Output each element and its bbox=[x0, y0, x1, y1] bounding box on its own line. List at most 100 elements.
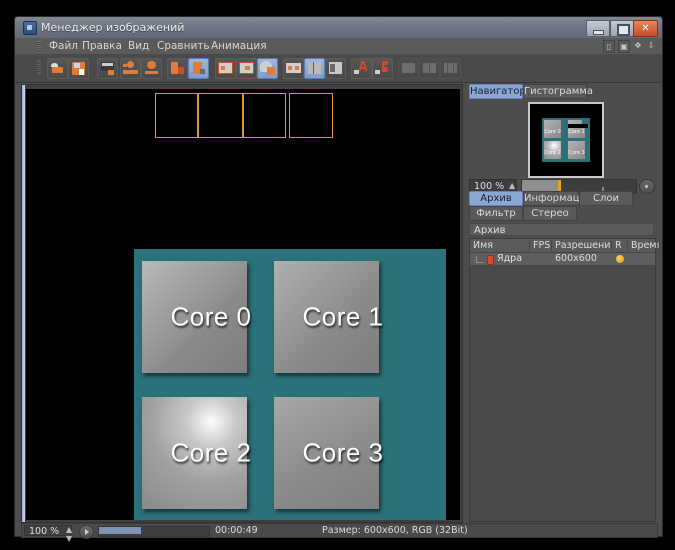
navigator-thumbnail[interactable]: Core 0 Core 1 Core 2 Core 3 bbox=[528, 102, 604, 178]
row-name: Ядра bbox=[497, 253, 522, 265]
core-label-3: Core 3 bbox=[274, 438, 412, 469]
move-glyph: ✥ bbox=[633, 40, 643, 51]
window-title: Менеджер изображений bbox=[41, 21, 184, 34]
tab-histogram[interactable]: Гистограмма bbox=[523, 84, 587, 99]
navigator-zoom-knob[interactable] bbox=[558, 180, 561, 191]
view-fit-button[interactable] bbox=[215, 58, 236, 79]
column-header-fps[interactable]: FPS bbox=[530, 239, 552, 252]
close-icon: ✕ bbox=[641, 24, 650, 33]
pick-color-button[interactable] bbox=[141, 58, 162, 79]
status-zoom-stepper[interactable]: ▲▼ bbox=[66, 525, 72, 543]
save-file-button[interactable] bbox=[68, 58, 89, 79]
thumb-core-2: Core 2 bbox=[544, 141, 561, 159]
render-settings-button[interactable] bbox=[97, 58, 118, 79]
status-zoom-value[interactable]: 100 % bbox=[24, 525, 72, 536]
archive-table[interactable]: Имя FPS Разрешение R Время Ядра 600x600 bbox=[469, 238, 656, 522]
menu-animation[interactable]: Анимация bbox=[211, 40, 267, 52]
anim-prev-button[interactable] bbox=[398, 58, 419, 79]
tab-information[interactable]: Информация bbox=[523, 191, 579, 206]
status-bar: 100 % ▲▼ 00:00:49 Размер: 600x600, RGB (… bbox=[21, 523, 658, 538]
selection-rectangle[interactable] bbox=[155, 93, 199, 138]
split-vertical-glyph: ▯ bbox=[604, 41, 614, 52]
thumb-core-0: Core 0 bbox=[544, 120, 561, 138]
archive-tab-row-2: Фильтр Стерео bbox=[467, 206, 656, 220]
archive-panel: Архив Информация Слои Фильтр Стерео Архи… bbox=[467, 191, 656, 521]
title-bar: Менеджер изображений ✕ bbox=[15, 17, 662, 38]
split-vertical-icon[interactable]: ▯ bbox=[603, 40, 615, 53]
column-header-name[interactable]: Имя bbox=[470, 239, 530, 252]
tab-layers[interactable]: Слои bbox=[579, 191, 633, 206]
set-b-button[interactable] bbox=[372, 58, 393, 79]
maximize-button[interactable] bbox=[610, 20, 634, 37]
toolbar-grip-handle[interactable] bbox=[37, 60, 41, 76]
playback-progress bbox=[99, 527, 141, 534]
move-tool-button[interactable] bbox=[120, 58, 141, 79]
move-icon[interactable]: ✥ bbox=[633, 40, 643, 51]
archive-table-header: Имя FPS Разрешение R Время bbox=[470, 239, 655, 253]
row-resolution: 600x600 bbox=[555, 253, 597, 265]
column-header-resolution[interactable]: Разрешение bbox=[552, 239, 612, 252]
selection-rectangle[interactable] bbox=[197, 93, 244, 138]
navigator-zoom-fill bbox=[522, 180, 558, 191]
anim-grid-button[interactable] bbox=[440, 58, 461, 79]
status-badge bbox=[616, 255, 624, 263]
image-canvas[interactable]: Core 0 Core 1 Core 2 Core 3 bbox=[26, 89, 460, 520]
compare-ab-button[interactable] bbox=[283, 58, 304, 79]
column-header-r[interactable]: R bbox=[612, 239, 628, 252]
core-tile-0: Core 0 bbox=[142, 261, 247, 373]
status-size-info: Размер: 600x600, RGB (32Bit) bbox=[322, 525, 468, 536]
archive-section-title: Архив bbox=[469, 223, 654, 236]
thumbnail-image: Core 0 Core 1 Core 2 Core 3 bbox=[542, 118, 590, 162]
set-a-button[interactable] bbox=[351, 58, 372, 79]
tab-archive[interactable]: Архив bbox=[469, 191, 523, 206]
split-center-glyph: ▣ bbox=[619, 41, 629, 52]
compare-split-button[interactable] bbox=[304, 58, 325, 79]
navigator-panel: Core 0 Core 1 Core 2 Core 3 100 % ▲▼ bbox=[467, 99, 656, 181]
menu-compare[interactable]: Сравнить bbox=[157, 40, 210, 52]
download-glyph: ⇩ bbox=[646, 40, 656, 51]
column-header-time[interactable]: Время bbox=[628, 239, 660, 252]
selection-rectangle[interactable] bbox=[289, 93, 333, 138]
core-tile-2: Core 2 bbox=[142, 397, 247, 509]
archive-tab-row-1: Архив Информация Слои bbox=[467, 191, 656, 205]
menu-grip-handle[interactable] bbox=[37, 41, 42, 51]
core-tile-3: Core 3 bbox=[274, 397, 379, 509]
split-center-icon[interactable]: ▣ bbox=[618, 40, 630, 53]
menu-file[interactable]: Файл bbox=[49, 40, 78, 52]
right-panel: Навигатор Гистограмма Core 0 Core 1 Core… bbox=[467, 84, 656, 521]
chip-icon bbox=[487, 255, 494, 265]
navigator-tab-row: Навигатор Гистограмма bbox=[467, 84, 656, 98]
core-label-2: Core 2 bbox=[142, 438, 280, 469]
image-view-container[interactable]: Core 0 Core 1 Core 2 Core 3 bbox=[21, 84, 463, 523]
tab-navigator[interactable]: Навигатор bbox=[469, 84, 523, 99]
open-file-button[interactable] bbox=[47, 58, 68, 79]
tab-stereo[interactable]: Стерео bbox=[523, 206, 577, 221]
view-zoom-button[interactable] bbox=[236, 58, 257, 79]
processor-board-image: Core 0 Core 1 Core 2 Core 3 bbox=[134, 249, 446, 520]
core-label-1: Core 1 bbox=[274, 302, 412, 333]
menu-view[interactable]: Вид bbox=[128, 40, 149, 52]
thumb-core-3: Core 3 bbox=[568, 141, 585, 159]
menu-edit[interactable]: Правка bbox=[82, 40, 122, 52]
close-button[interactable]: ✕ bbox=[633, 20, 658, 37]
layer-front-button[interactable] bbox=[188, 58, 209, 79]
compare-diff-button[interactable] bbox=[325, 58, 346, 79]
minimize-button[interactable] bbox=[586, 20, 610, 37]
play-icon[interactable] bbox=[79, 525, 94, 539]
menu-bar: Файл Правка Вид Сравнить Анимация ▯ ▣ ✥ … bbox=[15, 38, 662, 55]
view-full-button[interactable] bbox=[257, 58, 278, 79]
status-time: 00:00:49 bbox=[215, 525, 258, 536]
menu-right-buttons: ▯ ▣ ✥ ⇩ bbox=[603, 40, 656, 53]
layer-back-button[interactable] bbox=[167, 58, 188, 79]
playback-slider[interactable] bbox=[98, 526, 210, 537]
thumb-censor-bar bbox=[568, 124, 588, 128]
anim-list-button[interactable] bbox=[419, 58, 440, 79]
tree-branch-icon bbox=[476, 256, 484, 263]
canvas-left-edge bbox=[22, 85, 25, 522]
tab-filter[interactable]: Фильтр bbox=[469, 206, 523, 221]
table-row[interactable]: Ядра 600x600 bbox=[470, 253, 655, 265]
selection-rectangle[interactable] bbox=[242, 93, 286, 138]
download-icon[interactable]: ⇩ bbox=[646, 40, 656, 51]
application-window: Менеджер изображений ✕ Файл Правка Вид С… bbox=[14, 16, 663, 537]
main-toolbar bbox=[15, 54, 662, 83]
